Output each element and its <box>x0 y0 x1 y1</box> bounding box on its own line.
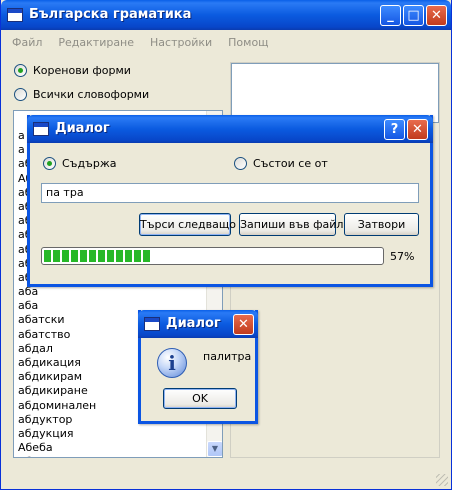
info-dialog: Диалог ✕ i палитра OK <box>138 310 258 424</box>
radio-contains-label: Съдържа <box>62 157 117 170</box>
radio-dot <box>14 64 27 77</box>
info-dialog-title: Диалог <box>166 316 221 331</box>
find-next-button[interactable]: Търси следващо <box>139 213 236 236</box>
menu-settings[interactable]: Настройки <box>140 30 218 49</box>
radio-root-forms[interactable]: Коренови форми <box>14 64 131 77</box>
help-button[interactable]: ? <box>384 119 405 140</box>
ok-button[interactable]: OK <box>163 388 237 409</box>
search-dialog: Диалог ? ✕ Съдържа Състои се от па тра Т… <box>27 115 433 287</box>
radio-root-forms-label: Коренови форми <box>33 64 131 77</box>
radio-contains[interactable]: Съдържа <box>43 157 116 170</box>
radio-consists-of-label: Състои се от <box>253 157 328 170</box>
progress-fill <box>44 250 152 262</box>
menu-edit[interactable]: Редактиране <box>48 30 140 49</box>
search-dialog-body: Съдържа Състои се от па тра Търси следва… <box>30 143 430 284</box>
info-message: палитра <box>203 350 252 363</box>
info-dialog-titlebar[interactable]: Диалог ✕ <box>138 310 258 338</box>
maximize-button[interactable]: □ <box>403 5 424 26</box>
radio-all-wordforms[interactable]: Всички словоформи <box>14 88 149 101</box>
search-progress-bar <box>41 247 384 265</box>
radio-dot <box>234 157 247 170</box>
progress-percent: 57% <box>390 250 415 263</box>
menu-file[interactable]: Файл <box>2 30 48 49</box>
info-dialog-close-button[interactable]: ✕ <box>233 314 254 335</box>
window-title: Българска граматика <box>29 7 192 22</box>
search-dialog-titlebar[interactable]: Диалог ? ✕ <box>27 115 433 143</box>
list-item[interactable]: аба <box>14 285 222 299</box>
search-input[interactable]: па тра <box>41 183 419 203</box>
minimize-button[interactable]: _ <box>380 5 401 26</box>
radio-dot <box>14 88 27 101</box>
dialog-window-icon <box>33 122 49 136</box>
list-item[interactable]: Абеба <box>14 441 222 455</box>
list-item[interactable]: аберационен <box>14 455 222 457</box>
scroll-down-icon[interactable]: ▼ <box>207 441 222 457</box>
info-icon: i <box>157 348 187 378</box>
save-to-file-button[interactable]: Запиши във файл <box>239 213 343 236</box>
list-item[interactable]: абдукция <box>14 427 222 441</box>
radio-consists-of[interactable]: Състои се от <box>234 157 328 170</box>
dialog-window-icon <box>144 317 160 331</box>
result-textbox[interactable] <box>231 63 439 123</box>
app-window-icon <box>7 8 23 22</box>
radio-all-wordforms-label: Всички словоформи <box>33 88 150 101</box>
close-button[interactable]: ✕ <box>426 5 447 26</box>
radio-dot <box>43 157 56 170</box>
menu-bar: Файл Редактиране Настройки Помощ <box>2 30 451 52</box>
main-titlebar[interactable]: Българска граматика _ □ ✕ <box>1 0 451 30</box>
menu-help[interactable]: Помощ <box>218 30 274 49</box>
search-dialog-close-button[interactable]: ✕ <box>407 119 428 140</box>
search-dialog-title: Диалог <box>55 121 110 136</box>
close-dialog-button[interactable]: Затвори <box>344 213 419 236</box>
resize-grip[interactable] <box>436 474 448 486</box>
